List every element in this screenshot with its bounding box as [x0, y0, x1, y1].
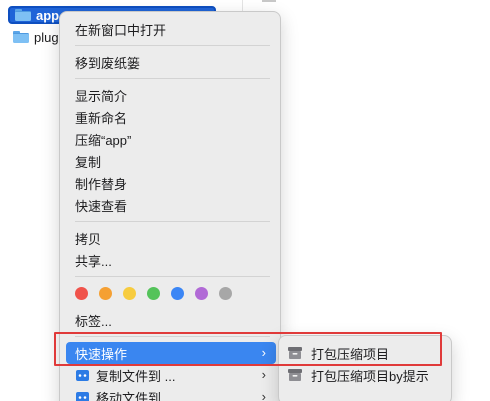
service-icon	[75, 390, 89, 401]
tag-gray[interactable]	[219, 286, 232, 300]
menu-item-move-files-to[interactable]: 移动文件到 ... ›	[66, 386, 276, 401]
tag-yellow[interactable]	[123, 286, 136, 300]
menu-item-copy-files-to[interactable]: 复制文件到 ... ›	[66, 364, 276, 386]
file-name: app	[36, 7, 60, 23]
menu-separator	[75, 221, 270, 222]
menu-item-compress[interactable]: 压缩“app”	[66, 128, 276, 150]
tag-purple[interactable]	[195, 286, 208, 300]
submenu-item-label: 打包压缩项目by提示	[311, 368, 429, 384]
folder-icon	[13, 31, 29, 43]
tag-green[interactable]	[147, 286, 160, 300]
screen: app plug 在新窗口中打开 移到废纸篓 显示简介 重新命名 压缩“app”…	[0, 0, 490, 401]
menu-item-share[interactable]: 共享...	[66, 249, 276, 271]
menu-item-tags[interactable]: 标签...	[66, 309, 276, 331]
chevron-right-icon: ›	[261, 389, 266, 401]
menu-separator	[75, 45, 270, 46]
menu-item-open-new-window[interactable]: 在新窗口中打开	[66, 18, 276, 40]
tag-blue[interactable]	[171, 286, 184, 300]
menu-item-get-info[interactable]: 显示简介	[66, 84, 276, 106]
menu-item-move-to-trash[interactable]: 移到废纸篓	[66, 51, 276, 73]
menu-item-label: 复制文件到 ...	[96, 368, 176, 384]
menu-separator	[75, 276, 270, 277]
menu-item-quick-look[interactable]: 快速查看	[66, 194, 276, 216]
tag-orange[interactable]	[99, 286, 112, 300]
tag-color-row	[75, 285, 243, 301]
highlight-annotation-box	[54, 332, 442, 366]
menu-item-duplicate[interactable]: 复制	[66, 150, 276, 172]
file-name: plug	[34, 29, 59, 45]
menu-item-label: 移动文件到 ...	[96, 390, 176, 401]
menu-item-copy[interactable]: 拷贝	[66, 227, 276, 249]
menu-item-rename[interactable]: 重新命名	[66, 106, 276, 128]
tag-red[interactable]	[75, 286, 88, 300]
archive-box-icon	[288, 369, 302, 381]
service-icon	[75, 368, 89, 382]
column-resize-mark	[262, 0, 276, 2]
chevron-right-icon: ›	[261, 367, 266, 382]
menu-item-make-alias[interactable]: 制作替身	[66, 172, 276, 194]
menu-separator	[75, 78, 270, 79]
submenu-item-pack-compress-prompt[interactable]: 打包压缩项目by提示	[287, 364, 447, 386]
folder-icon	[15, 9, 31, 21]
